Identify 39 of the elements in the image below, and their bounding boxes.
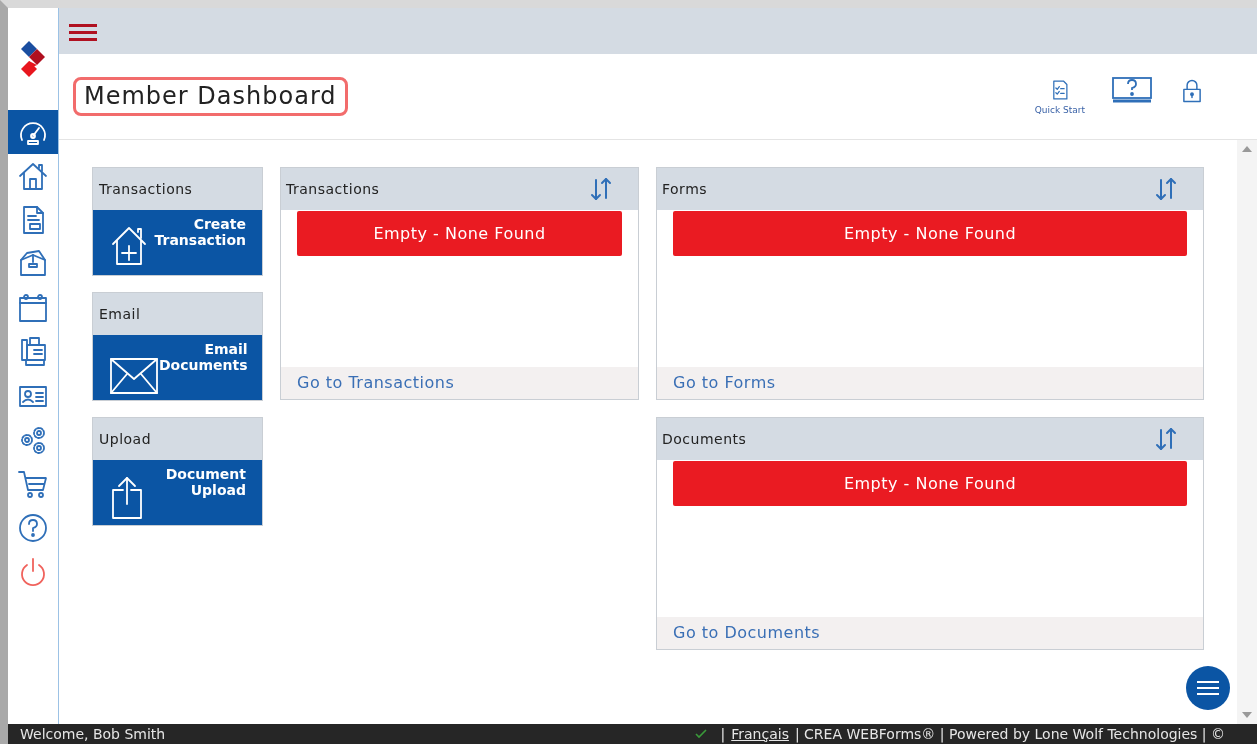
upload-icon [109,474,145,520]
house-plus-icon [109,224,149,268]
envelope-icon [109,355,159,397]
cart-icon [17,468,49,500]
language-link[interactable]: Français [731,723,789,744]
house-icon [17,160,49,192]
menu-icon [1197,680,1219,696]
sidebar-item[interactable] [8,110,58,154]
card-title: Transactions [93,168,262,210]
empty-message: Empty - None Found [297,211,622,256]
calendar-icon [17,292,49,324]
help-icon [17,512,49,544]
sort-icon[interactable] [1155,427,1177,451]
separator-text: | [720,724,726,744]
help-button[interactable] [1111,75,1153,104]
empty-message: Empty - None Found [673,211,1187,256]
card-title: Email [93,293,262,335]
panel-link[interactable]: Go to Forms [673,371,776,395]
page-title: Member Dashboard [73,77,348,116]
empty-message: Empty - None Found [673,461,1187,506]
panel-title: Documents [662,429,747,449]
monitor-help-icon [1111,75,1153,104]
scroll-up-icon[interactable] [1242,146,1252,152]
sort-icon[interactable] [1155,177,1177,201]
scroll-down-icon[interactable] [1242,712,1252,718]
menu-icon [69,21,99,42]
panel-title: Transactions [286,179,380,199]
action-tile[interactable]: Document Upload [93,460,262,525]
scrollbar[interactable] [1237,140,1257,724]
welcome-text: Welcome, Bob Smith [20,724,166,744]
check-icon [694,729,707,739]
menu-button[interactable] [1186,666,1230,710]
action-tile[interactable]: Create Transaction [93,210,262,275]
quick-start-button[interactable]: Quick Start [1034,75,1085,118]
sort-icon[interactable] [590,177,612,201]
credits-text: | CREA WEBForms® | Powered by Lone Wolf Technologies | © [794,724,1225,744]
card-title: Upload [93,418,262,460]
panel-title: Forms [662,179,708,199]
action-tile[interactable]: Email Documents [93,335,262,400]
